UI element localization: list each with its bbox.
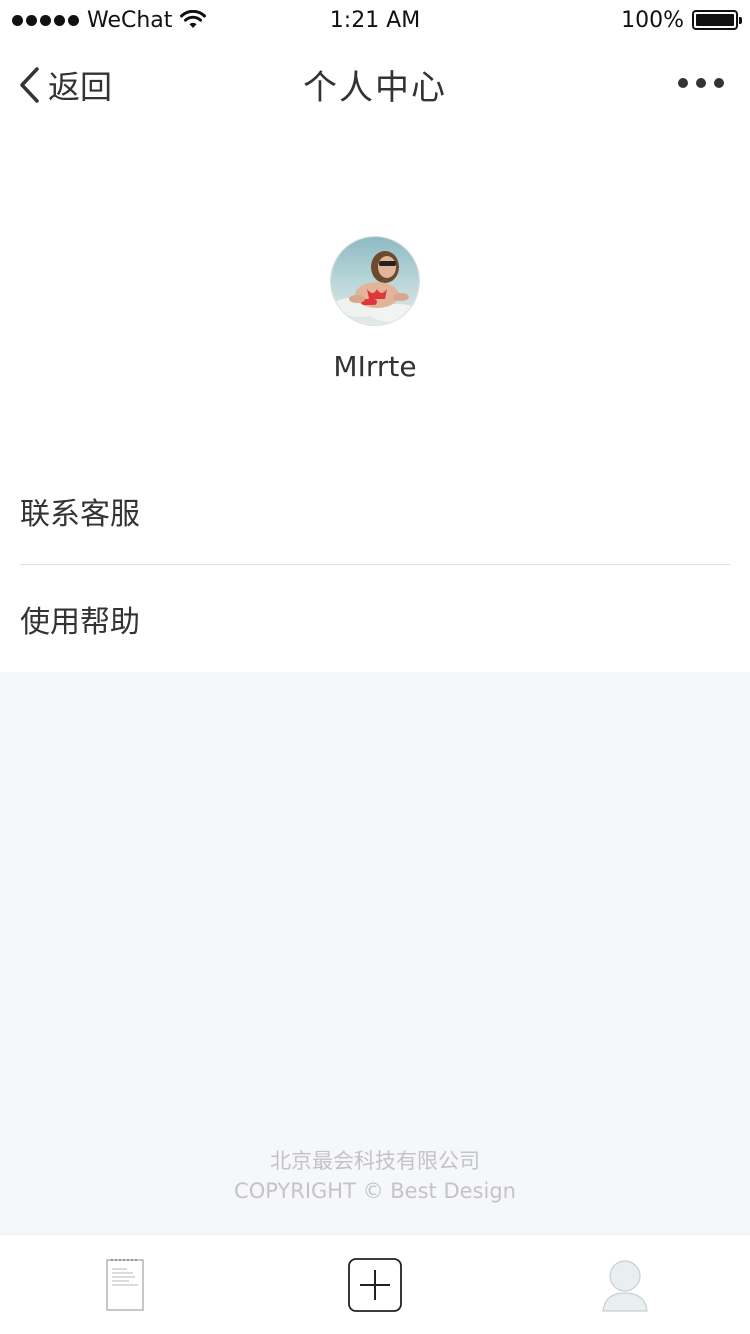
menu-list: 联系客服 使用帮助 (0, 457, 750, 672)
username: MIrrte (333, 350, 417, 383)
company-name: 北京最会科技有限公司 (270, 1149, 480, 1173)
profile-section: MIrrte (0, 236, 750, 383)
menu-item-label: 使用帮助 (20, 604, 140, 640)
signal-icon (12, 14, 79, 26)
status-left: WeChat (12, 7, 207, 33)
battery-percent: 100% (621, 7, 684, 33)
nav-bar: 返回 个人中心 (0, 40, 750, 128)
more-dot (678, 78, 688, 88)
avatar[interactable] (330, 236, 420, 326)
copyright-text: COPYRIGHT © Best Design (234, 1179, 516, 1203)
more-dot (714, 78, 724, 88)
page-title: 个人中心 (303, 67, 447, 108)
user-icon (602, 1259, 648, 1312)
tab-bar (0, 1234, 750, 1334)
tab-profile[interactable] (565, 1245, 685, 1325)
chevron-left-icon (20, 67, 39, 103)
carrier-label: WeChat (87, 7, 173, 33)
more-button[interactable] (678, 78, 724, 88)
status-right: 100% (621, 7, 742, 33)
document-icon (106, 1258, 144, 1311)
back-label: 返回 (48, 68, 113, 106)
tab-add[interactable] (315, 1245, 435, 1325)
status-bar: WeChat 1:21 AM 100% (0, 0, 750, 40)
back-button[interactable]: 返回 (18, 62, 112, 108)
add-icon (348, 1257, 402, 1312)
tab-documents[interactable] (65, 1245, 185, 1325)
avatar-image (331, 237, 419, 325)
wifi-icon (180, 10, 207, 28)
battery-icon (692, 10, 742, 30)
more-dot (696, 78, 706, 88)
menu-item-label: 联系客服 (20, 496, 140, 532)
menu-item-contact-service[interactable]: 联系客服 (20, 457, 730, 564)
footer: 北京最会科技有限公司 COPYRIGHT © Best Design (0, 1146, 750, 1206)
menu-item-help[interactable]: 使用帮助 (20, 565, 730, 672)
